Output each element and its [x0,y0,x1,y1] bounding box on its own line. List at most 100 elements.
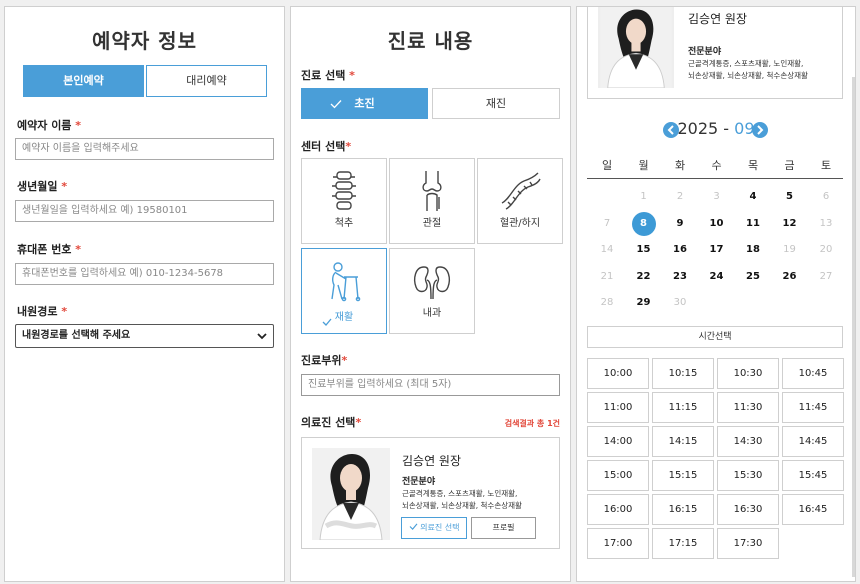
calendar-day[interactable]: 12 [772,212,808,236]
calendar-day[interactable]: 25 [735,265,771,289]
center-rehab[interactable]: 재활 [301,248,387,334]
time-slot[interactable]: 15:00 [587,460,649,491]
time-slot[interactable]: 14:45 [782,426,844,457]
select-doctor-button[interactable]: 의료진 선택 [401,517,467,539]
calendar-day[interactable]: 18 [735,238,771,262]
time-slot[interactable]: 14:30 [717,426,779,457]
time-slot[interactable]: 11:15 [652,392,714,423]
calendar-divider [587,178,843,179]
time-slot[interactable]: 16:15 [652,494,714,525]
doctor-portrait-icon [600,7,672,88]
next-month-button[interactable] [752,122,768,138]
chevron-right-icon [757,125,764,135]
calendar-day: 30 [673,297,687,308]
specialty-text: 근골격계통증, 스포츠재활, 노인재활, 뇌손상재활, 뇌손상재활, 척수손상재… [402,489,522,510]
calendar-day[interactable]: 5 [772,185,808,209]
time-slot[interactable]: 17:15 [652,528,714,559]
calendar-day: 20 [819,244,833,255]
weekday-label: 토 [820,159,832,172]
name-input[interactable]: 예약자 이름을 입력해주세요 [15,138,274,160]
center-rehab-label: 재활 [302,308,386,326]
calendar-day: 7 [603,217,611,229]
doctor-name: 김승연 원장 [402,454,462,468]
calendar-day[interactable]: 17 [699,238,735,262]
birth-input[interactable]: 생년월일을 입력하세요 예) 19580101 [15,200,274,222]
selected-doctor-photo [598,7,674,88]
time-slot[interactable]: 17:30 [717,528,779,559]
calendar-day[interactable]: 22 [626,265,662,289]
time-slot[interactable]: 15:15 [652,460,714,491]
first-visit-label: 초진 [354,97,375,110]
time-slot[interactable]: 16:30 [717,494,779,525]
center-vascular[interactable]: 혈관/하지 [477,158,563,244]
time-slot[interactable]: 11:45 [782,392,844,423]
route-label: 내원경로 * [17,305,68,318]
phone-input[interactable]: 휴대폰번호를 입력하세요 예) 010-1234-5678 [15,263,274,285]
doctor-portrait-icon [312,448,390,540]
calendar-day[interactable]: 10 [699,212,735,236]
time-slot[interactable]: 15:30 [717,460,779,491]
time-slot[interactable]: 10:30 [717,358,779,389]
time-slot[interactable]: 10:15 [652,358,714,389]
time-slot[interactable]: 10:45 [782,358,844,389]
calendar-day[interactable]: 4 [735,185,771,209]
treatment-title: 진료 내용 [387,29,474,53]
area-input[interactable]: 진료부위를 입력하세요 (최대 5자) [301,374,560,396]
scrollbar[interactable] [852,77,855,577]
weekday-label: 월 [638,159,649,172]
doctor-label: 의료진 선택* [301,416,362,429]
profile-button[interactable]: 프로필 [471,517,536,539]
time-select-label: 시간선택 [587,326,843,348]
center-spine[interactable]: 척추 [301,158,387,244]
result-count: 검색결과 총 1건 [504,419,560,428]
time-slot[interactable]: 17:00 [587,528,649,559]
route-select[interactable]: 내원경로를 선택해 주세요 [15,324,274,348]
weekday-label: 수 [711,159,722,172]
knee-joint-icon [422,171,442,211]
center-joint-label: 관절 [422,218,442,229]
center-vascular-label: 혈관/하지 [499,218,541,229]
center-joint[interactable]: 관절 [389,158,475,244]
calendar-day[interactable]: 26 [772,265,808,289]
weekday-label: 금 [784,159,795,172]
chevron-down-icon [257,333,267,340]
calendar-day: 28 [600,297,614,308]
return-visit-button[interactable]: 재진 [432,88,560,119]
calendar-day: 1 [640,191,647,202]
tab-proxy-booking[interactable]: 대리예약 [146,65,267,97]
time-slot[interactable]: 16:00 [587,494,649,525]
time-slot[interactable]: 10:00 [587,358,649,389]
calendar-day[interactable]: 29 [626,291,662,315]
calendar-day[interactable]: 24 [699,265,735,289]
tab-self-booking[interactable]: 본인예약 [23,65,144,97]
calendar-day: 13 [819,217,833,229]
blood-vessel-icon [501,172,541,210]
calendar-day[interactable]: 15 [626,238,662,262]
calendar-day: 14 [600,244,614,255]
birth-label: 생년월일 * [17,180,68,193]
weekday-label: 일 [601,159,613,172]
route-select-value: 내원경로를 선택해 주세요 [22,330,131,341]
phone-label: 휴대폰 번호 * [17,243,82,256]
time-slot[interactable]: 16:45 [782,494,844,525]
time-slot[interactable]: 15:45 [782,460,844,491]
calendar-day[interactable]: 16 [662,238,698,262]
calendar-day[interactable]: 9 [662,212,698,236]
schedule-panel: 김승연 원장 전문분야 근골격계통증, 스포츠재활, 노인재활, 뇌손상재활, … [576,6,856,582]
time-slot[interactable]: 14:00 [587,426,649,457]
calendar-day-selected[interactable]: 8 [626,211,662,236]
selected-doctor-name: 김승연 원장 [688,12,748,26]
center-internal[interactable]: 내과 [389,248,475,334]
booker-info-panel: 예약자 정보 본인예약 대리예약 예약자 이름 * 예약자 이름을 입력해주세요… [4,6,285,582]
name-label: 예약자 이름 * [17,119,82,132]
time-slot[interactable]: 11:30 [717,392,779,423]
doctor-photo [312,448,390,540]
selected-doctor-card: 김승연 원장 전문분야 근골격계통증, 스포츠재활, 노인재활, 뇌손상재활, … [587,7,843,99]
calendar-day[interactable]: 23 [662,265,698,289]
first-visit-button[interactable]: 초진 [301,88,428,119]
selected-specialty-text: 근골격계통증, 스포츠재활, 노인재활, 뇌손상재활, 뇌손상재활, 척수손상재… [688,59,808,80]
time-slot[interactable]: 11:00 [587,392,649,423]
walker-rehab-icon [331,262,361,302]
time-slot[interactable]: 14:15 [652,426,714,457]
calendar-day[interactable]: 11 [735,212,771,236]
